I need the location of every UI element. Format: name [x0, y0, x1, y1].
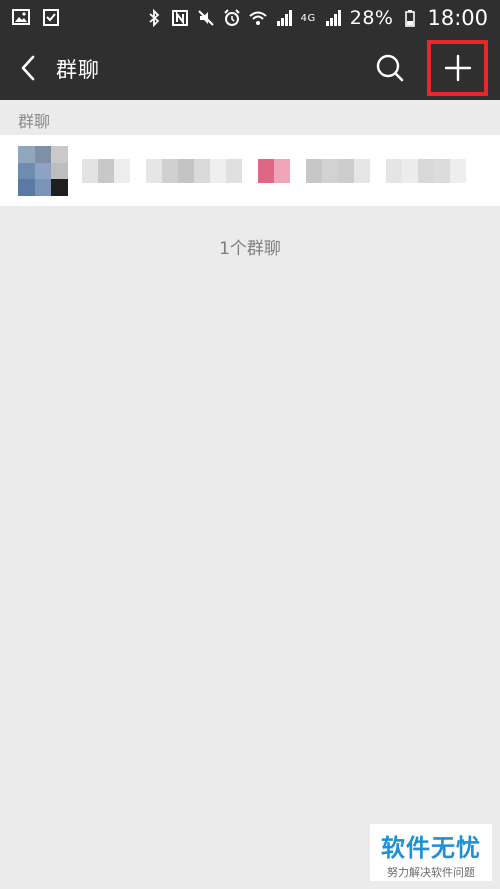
search-icon — [376, 54, 404, 82]
name-pixel — [210, 159, 226, 183]
name-pixel — [146, 159, 162, 183]
name-pixel — [82, 159, 98, 183]
group-count-label: 1个群聊 — [219, 239, 281, 259]
watermark-title: 软件无忧 — [381, 834, 481, 862]
signal-icon-2 — [325, 10, 341, 26]
gallery-icon — [12, 9, 30, 25]
search-button[interactable] — [370, 48, 410, 88]
clock: 18:00 — [427, 6, 488, 30]
name-pixel — [178, 159, 194, 183]
name-pixel — [370, 159, 386, 183]
nfc-icon — [171, 10, 188, 26]
group-avatar — [18, 146, 68, 196]
plus-icon — [444, 54, 471, 82]
name-pixel — [162, 159, 178, 183]
status-right: 4G 28% 18:00 — [145, 6, 488, 30]
avatar-pixel — [34, 179, 52, 196]
name-pixel — [114, 159, 130, 183]
name-pixel — [290, 159, 306, 183]
avatar-pixel — [51, 146, 68, 163]
avatar-pixel — [34, 146, 52, 163]
page-title: 群聊 — [56, 58, 100, 82]
avatar-pixel — [51, 179, 68, 196]
back-button[interactable] — [10, 48, 46, 88]
avatar-pixel — [34, 162, 52, 180]
name-pixel — [322, 159, 338, 183]
name-pixel — [354, 159, 370, 183]
name-pixel — [338, 159, 354, 183]
group-chat-row[interactable] — [0, 135, 500, 206]
title-bar: 群聊 — [0, 36, 500, 100]
add-button[interactable] — [427, 40, 488, 96]
name-pixel — [130, 159, 146, 183]
alarm-icon — [223, 9, 240, 26]
name-pixel — [226, 159, 242, 183]
name-pixel — [402, 159, 418, 183]
avatar-pixel — [18, 146, 35, 163]
battery-percent: 28% — [349, 7, 394, 29]
bluetooth-icon — [149, 9, 159, 27]
name-pixel — [274, 159, 290, 183]
name-pixel — [434, 159, 450, 183]
watermark-subtitle: 努力解决软件问题 — [387, 866, 475, 879]
status-bar: 4G 28% 18:00 — [0, 0, 500, 36]
name-pixel — [98, 159, 114, 183]
avatar-pixel — [18, 162, 35, 180]
watermark-logo: 软件无忧 努力解决软件问题 — [370, 824, 492, 881]
name-pixel — [450, 159, 466, 183]
task-check-icon — [43, 9, 59, 26]
section-header: 群聊 — [18, 112, 51, 131]
name-pixel — [386, 159, 402, 183]
wifi-icon — [248, 11, 267, 25]
battery-icon — [405, 10, 416, 27]
name-pixel — [306, 159, 322, 183]
status-left — [12, 8, 60, 26]
mute-icon — [197, 10, 214, 26]
chevron-left-icon — [21, 55, 35, 81]
group-name-pixelated — [82, 159, 466, 183]
avatar-pixel — [18, 179, 35, 196]
name-pixel — [242, 159, 258, 183]
avatar-pixel — [51, 162, 68, 180]
name-pixel — [258, 159, 274, 183]
name-pixel — [194, 159, 210, 183]
name-pixel — [418, 159, 434, 183]
network-label: 4G — [300, 12, 316, 24]
signal-icon — [276, 10, 292, 26]
